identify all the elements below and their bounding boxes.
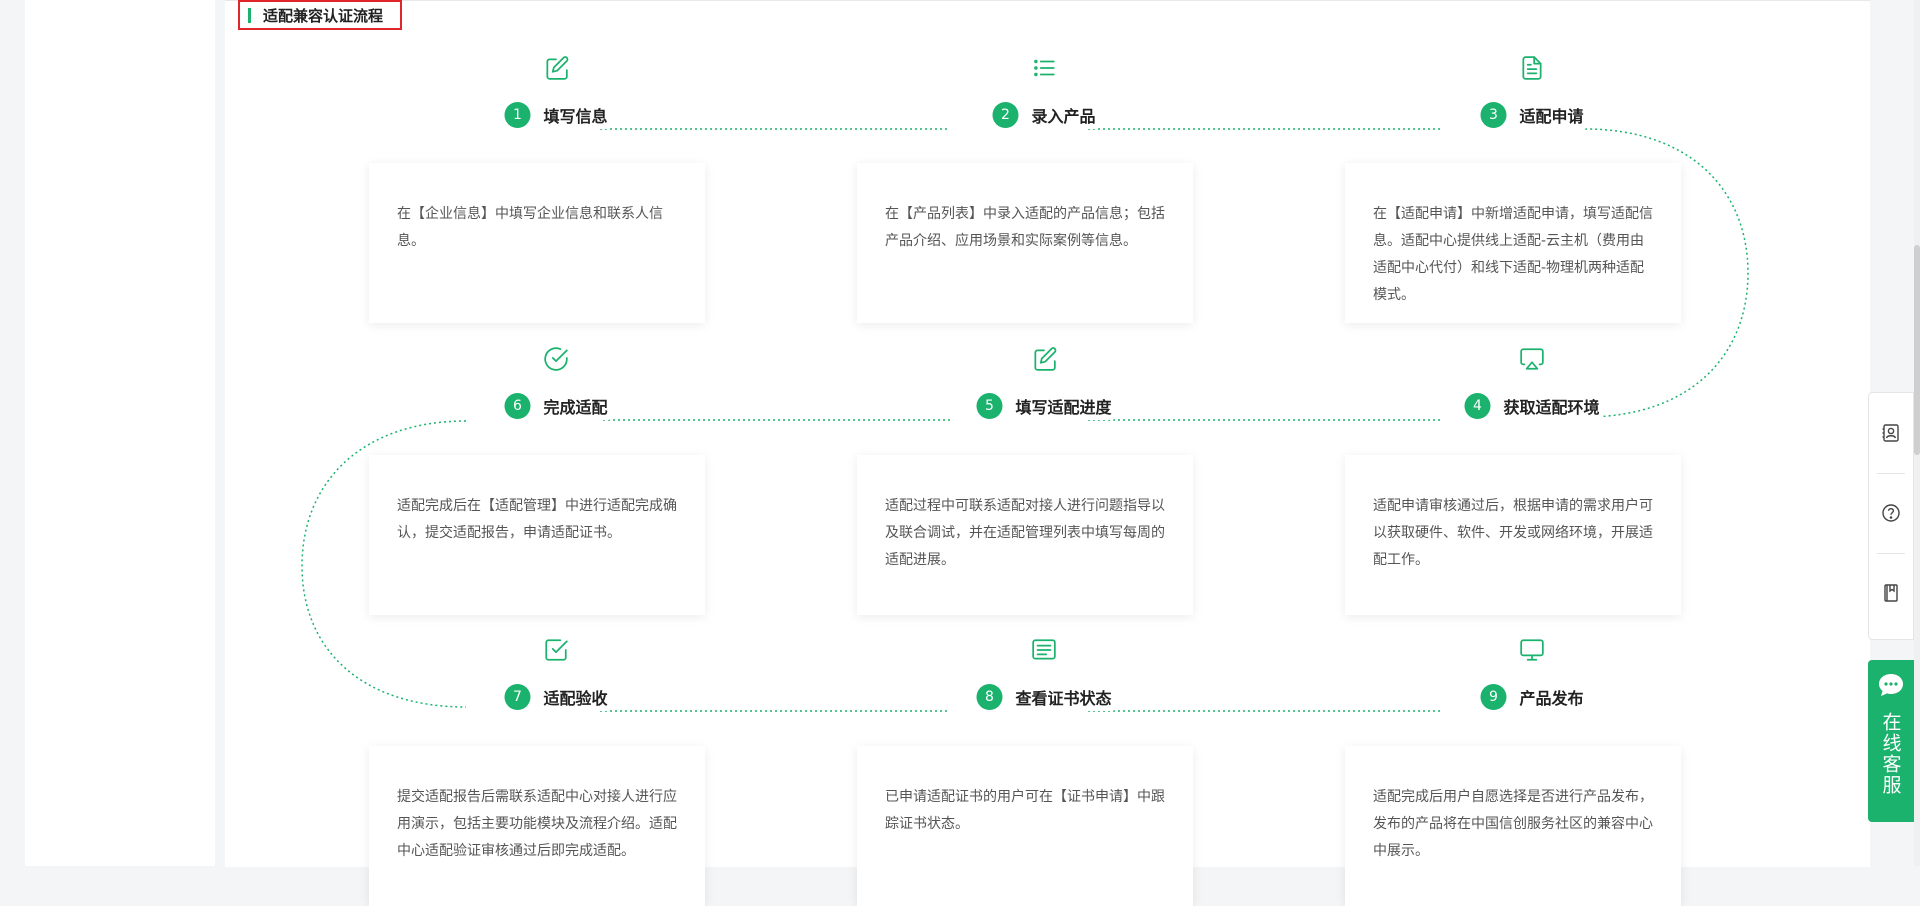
step-8-card: 已申请适配证书的用户可在【证书申请】中跟踪证书状态。 <box>857 746 1193 906</box>
step-2-header: 2 录入产品 <box>990 101 1098 129</box>
step-number-badge: 9 <box>1480 684 1507 710</box>
step-title: 完成适配 <box>543 398 608 417</box>
step-2-icon-wrap <box>1031 55 1057 81</box>
left-sidebar <box>25 0 215 866</box>
section-title-text: 适配兼容认证流程 <box>263 6 384 25</box>
step-number-badge: 6 <box>504 393 531 419</box>
check-square-icon <box>545 639 568 661</box>
step-number-badge: 7 <box>504 684 531 710</box>
step-number-badge: 8 <box>976 684 1003 710</box>
step-5-card: 适配过程中可联系适配对接人进行问题指导以及联合调试，并在适配管理列表中填写每周的… <box>857 455 1193 615</box>
step-number-badge: 4 <box>1464 393 1491 419</box>
step-2-card: 在【产品列表】中录入适配的产品信息；包括产品介绍、应用场景和实际案例等信息。 <box>857 163 1193 323</box>
step-8-header: 8 查看证书状态 <box>974 683 1114 711</box>
step-5-header: 5 填写适配进度 <box>974 392 1114 420</box>
step-description: 适配过程中可联系适配对接人进行问题指导以及联合调试，并在适配管理列表中填写每周的… <box>885 498 1165 568</box>
scrollbar-thumb[interactable] <box>1914 245 1920 455</box>
check-circle-icon <box>544 347 568 371</box>
step-7-icon-wrap <box>543 637 569 663</box>
monitor-icon <box>1520 639 1544 661</box>
bookmark-icon <box>1884 584 1898 602</box>
step-1-card: 在【企业信息】中填写企业信息和联系人信息。 <box>369 163 705 323</box>
title-accent-bar <box>248 7 251 23</box>
step-7-card: 提交适配报告后需联系适配中心对接人进行应用演示，包括主要功能模块及流程介绍。适配… <box>369 746 705 906</box>
chat-bubble-icon <box>1879 674 1903 696</box>
side-toolbar <box>1868 392 1914 640</box>
step-description: 提交适配报告后需联系适配中心对接人进行应用演示，包括主要功能模块及流程介绍。适配… <box>397 789 677 859</box>
step-3-icon-wrap <box>1519 55 1545 81</box>
step-6-header: 6 完成适配 <box>502 392 610 420</box>
step-title: 填写信息 <box>543 107 608 126</box>
step-number-badge: 3 <box>1480 102 1507 128</box>
step-description: 在【产品列表】中录入适配的产品信息；包括产品介绍、应用场景和实际案例等信息。 <box>885 206 1165 249</box>
step-1-header: 1 填写信息 <box>502 101 610 129</box>
edit-icon <box>546 56 569 80</box>
online-service-button[interactable]: 在线客服 <box>1868 660 1914 822</box>
step-6-card: 适配完成后在【适配管理】中进行适配完成确认，提交适配报告，申请适配证书。 <box>369 455 705 615</box>
help-icon <box>1882 504 1900 522</box>
airplay-icon <box>1520 348 1544 370</box>
step-4-header: 4 获取适配环境 <box>1462 392 1602 420</box>
step-title: 录入产品 <box>1031 107 1096 126</box>
online-service-label: 在线客服 <box>1879 712 1902 796</box>
step-7-header: 7 适配验收 <box>502 683 610 711</box>
step-description: 适配完成后用户自愿选择是否进行产品发布，发布的产品将在中国信创服务社区的兼容中心… <box>1373 789 1653 859</box>
content-panel <box>225 0 1870 867</box>
step-title: 填写适配进度 <box>1015 398 1112 417</box>
contact-card-button[interactable] <box>1869 393 1913 473</box>
step-5-icon-wrap <box>1031 346 1057 372</box>
step-6-icon-wrap <box>543 346 569 372</box>
step-number-badge: 5 <box>976 393 1003 419</box>
step-title: 产品发布 <box>1519 689 1584 708</box>
help-button[interactable] <box>1869 473 1913 553</box>
step-9-icon-wrap <box>1519 637 1545 663</box>
message-icon <box>1032 639 1056 660</box>
section-title: 适配兼容认证流程 <box>238 0 402 30</box>
step-description: 适配申请审核通过后，根据申请的需求用户可以获取硬件、软件、开发或网络环境，开展适… <box>1373 498 1653 568</box>
step-description: 适配完成后在【适配管理】中进行适配完成确认，提交适配报告，申请适配证书。 <box>397 498 677 541</box>
step-9-card: 适配完成后用户自愿选择是否进行产品发布，发布的产品将在中国信创服务社区的兼容中心… <box>1345 746 1681 906</box>
step-number-badge: 2 <box>992 102 1019 128</box>
step-3-card: 在【适配申请】中新增适配申请，填写适配信息。适配中心提供线上适配-云主机（费用由… <box>1345 163 1681 323</box>
step-description: 已申请适配证书的用户可在【证书申请】中跟踪证书状态。 <box>885 789 1165 832</box>
list-icon <box>1034 59 1055 77</box>
contact-card-icon <box>1882 424 1899 442</box>
step-1-icon-wrap <box>543 55 569 81</box>
step-title: 查看证书状态 <box>1015 689 1112 708</box>
step-3-header: 3 适配申请 <box>1478 101 1586 129</box>
step-title: 获取适配环境 <box>1503 398 1600 417</box>
step-title: 适配验收 <box>543 689 608 708</box>
bookmark-button[interactable] <box>1869 553 1913 633</box>
step-description: 在【企业信息】中填写企业信息和联系人信息。 <box>397 206 663 249</box>
step-title: 适配申请 <box>1519 107 1584 126</box>
step-9-header: 9 产品发布 <box>1478 683 1586 711</box>
step-number-badge: 1 <box>504 102 531 128</box>
step-description: 在【适配申请】中新增适配申请，填写适配信息。适配中心提供线上适配-云主机（费用由… <box>1373 206 1653 303</box>
document-icon <box>1522 56 1542 80</box>
edit-icon <box>1034 347 1057 371</box>
step-4-icon-wrap <box>1519 346 1545 372</box>
step-4-card: 适配申请审核通过后，根据申请的需求用户可以获取硬件、软件、开发或网络环境，开展适… <box>1345 455 1681 615</box>
step-8-icon-wrap <box>1031 637 1057 663</box>
